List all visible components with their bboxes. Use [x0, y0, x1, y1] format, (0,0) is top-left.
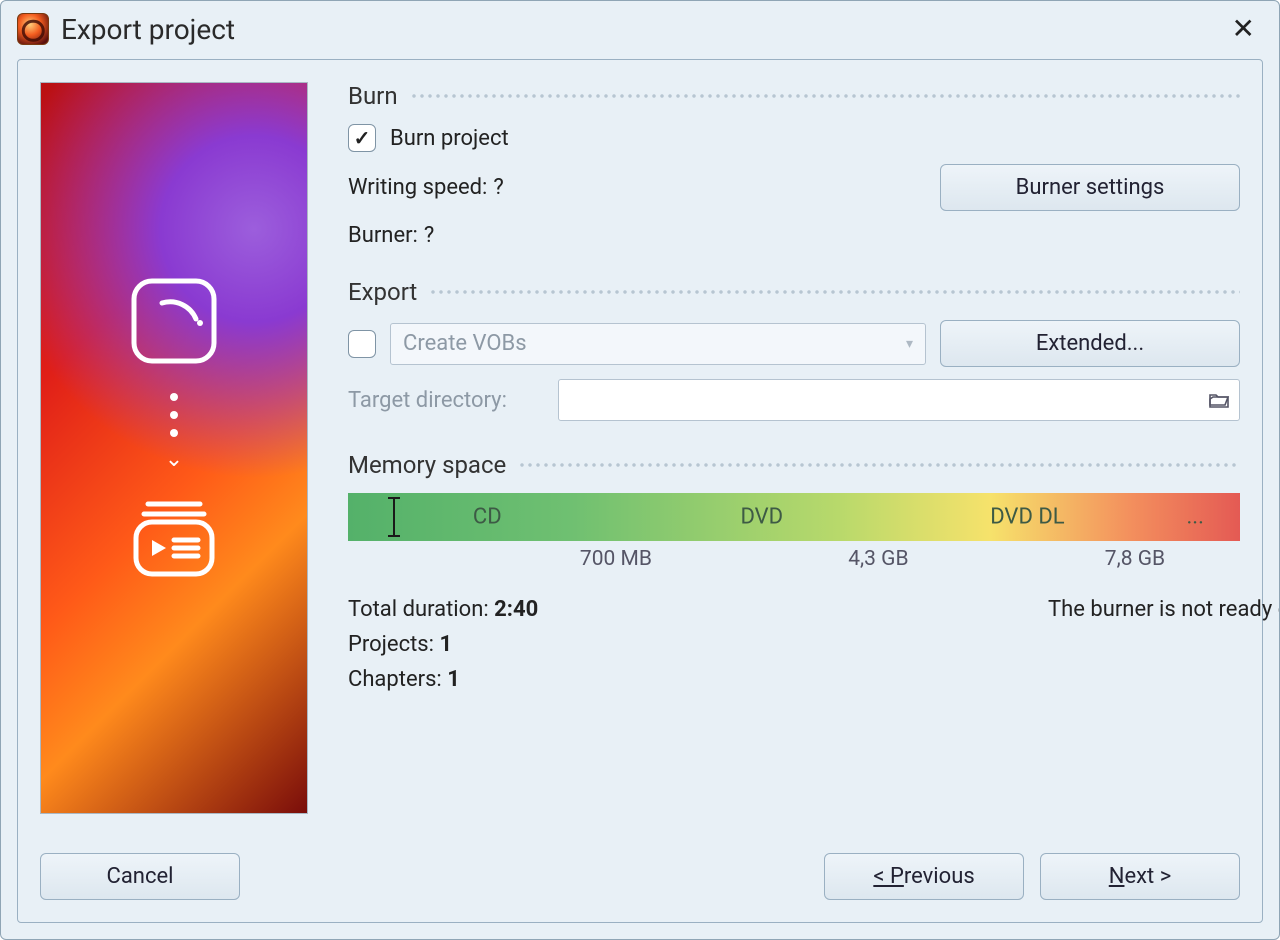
dialog-body: ⌄ Burn: [17, 59, 1263, 923]
folder-open-icon[interactable]: [1207, 388, 1231, 412]
caret-down-icon: ▾: [906, 336, 913, 352]
section-memory-heading: Memory space: [348, 451, 1240, 479]
projects-label: Projects:: [348, 632, 434, 657]
burner-settings-button[interactable]: Burner settings: [940, 164, 1240, 211]
memory-bar: CD DVD DVD DL ...: [348, 493, 1240, 541]
section-export-title: Export: [348, 278, 417, 306]
mem-seg-more: ...: [1186, 505, 1203, 530]
footer: Cancel < Previous Next >: [40, 853, 1240, 900]
menu-stack-icon: [124, 486, 224, 586]
chapters-label: Chapters:: [348, 667, 442, 692]
chevron-down-icon: ⌄: [41, 447, 307, 472]
mem-seg-cd: CD: [473, 505, 502, 530]
mem-seg-dvddl: DVD DL: [990, 505, 1064, 530]
mem-seg-dvd: DVD: [740, 505, 783, 530]
extended-button-label: Extended...: [1036, 331, 1144, 356]
burn-project-checkbox[interactable]: [348, 124, 376, 152]
target-directory-input[interactable]: [558, 379, 1240, 421]
next-button[interactable]: Next >: [1040, 853, 1240, 900]
burner-label: Burner:: [348, 223, 418, 248]
cancel-button[interactable]: Cancel: [40, 853, 240, 900]
dots-icon: [41, 393, 307, 437]
rule: [410, 94, 1240, 98]
disc-icon: [126, 273, 222, 369]
burner-status-message: The burner is not ready or no writeable …: [1048, 597, 1280, 622]
burn-project-label: Burn project: [390, 126, 509, 151]
total-duration-label: Total duration:: [348, 597, 489, 622]
total-duration-value: 2:40: [494, 597, 538, 622]
projects-value: 1: [439, 632, 452, 657]
export-format-value: Create VOBs: [403, 331, 527, 356]
extended-button[interactable]: Extended...: [940, 320, 1240, 367]
export-enable-checkbox[interactable]: [348, 330, 376, 358]
rule: [518, 463, 1240, 467]
mem-size-dvddl: 7,8 GB: [1105, 547, 1165, 571]
export-format-select[interactable]: Create VOBs ▾: [390, 323, 926, 365]
sidebar-illustration: ⌄: [40, 82, 308, 814]
main-panel: Burn Burn project Writing speed: ? Burne…: [308, 82, 1240, 820]
app-icon: [17, 13, 49, 45]
writing-speed-value: ?: [493, 175, 503, 200]
rule: [429, 290, 1240, 294]
section-burn-heading: Burn: [348, 82, 1240, 110]
mem-size-dvd: 4,3 GB: [848, 547, 908, 571]
export-project-dialog: Export project ✕ ⌄: [0, 0, 1280, 940]
burner-value: ?: [424, 223, 434, 248]
section-burn-title: Burn: [348, 82, 398, 110]
mem-size-cd: 700 MB: [580, 547, 652, 571]
titlebar: Export project ✕: [1, 1, 1279, 53]
previous-button[interactable]: < Previous: [824, 853, 1024, 900]
target-directory-label: Target directory:: [348, 388, 558, 413]
section-memory-title: Memory space: [348, 451, 506, 479]
chapters-value: 1: [447, 667, 460, 692]
close-icon[interactable]: ✕: [1224, 11, 1263, 47]
writing-speed-label: Writing speed:: [348, 175, 487, 200]
dialog-title: Export project: [61, 13, 235, 46]
section-export-heading: Export: [348, 278, 1240, 306]
